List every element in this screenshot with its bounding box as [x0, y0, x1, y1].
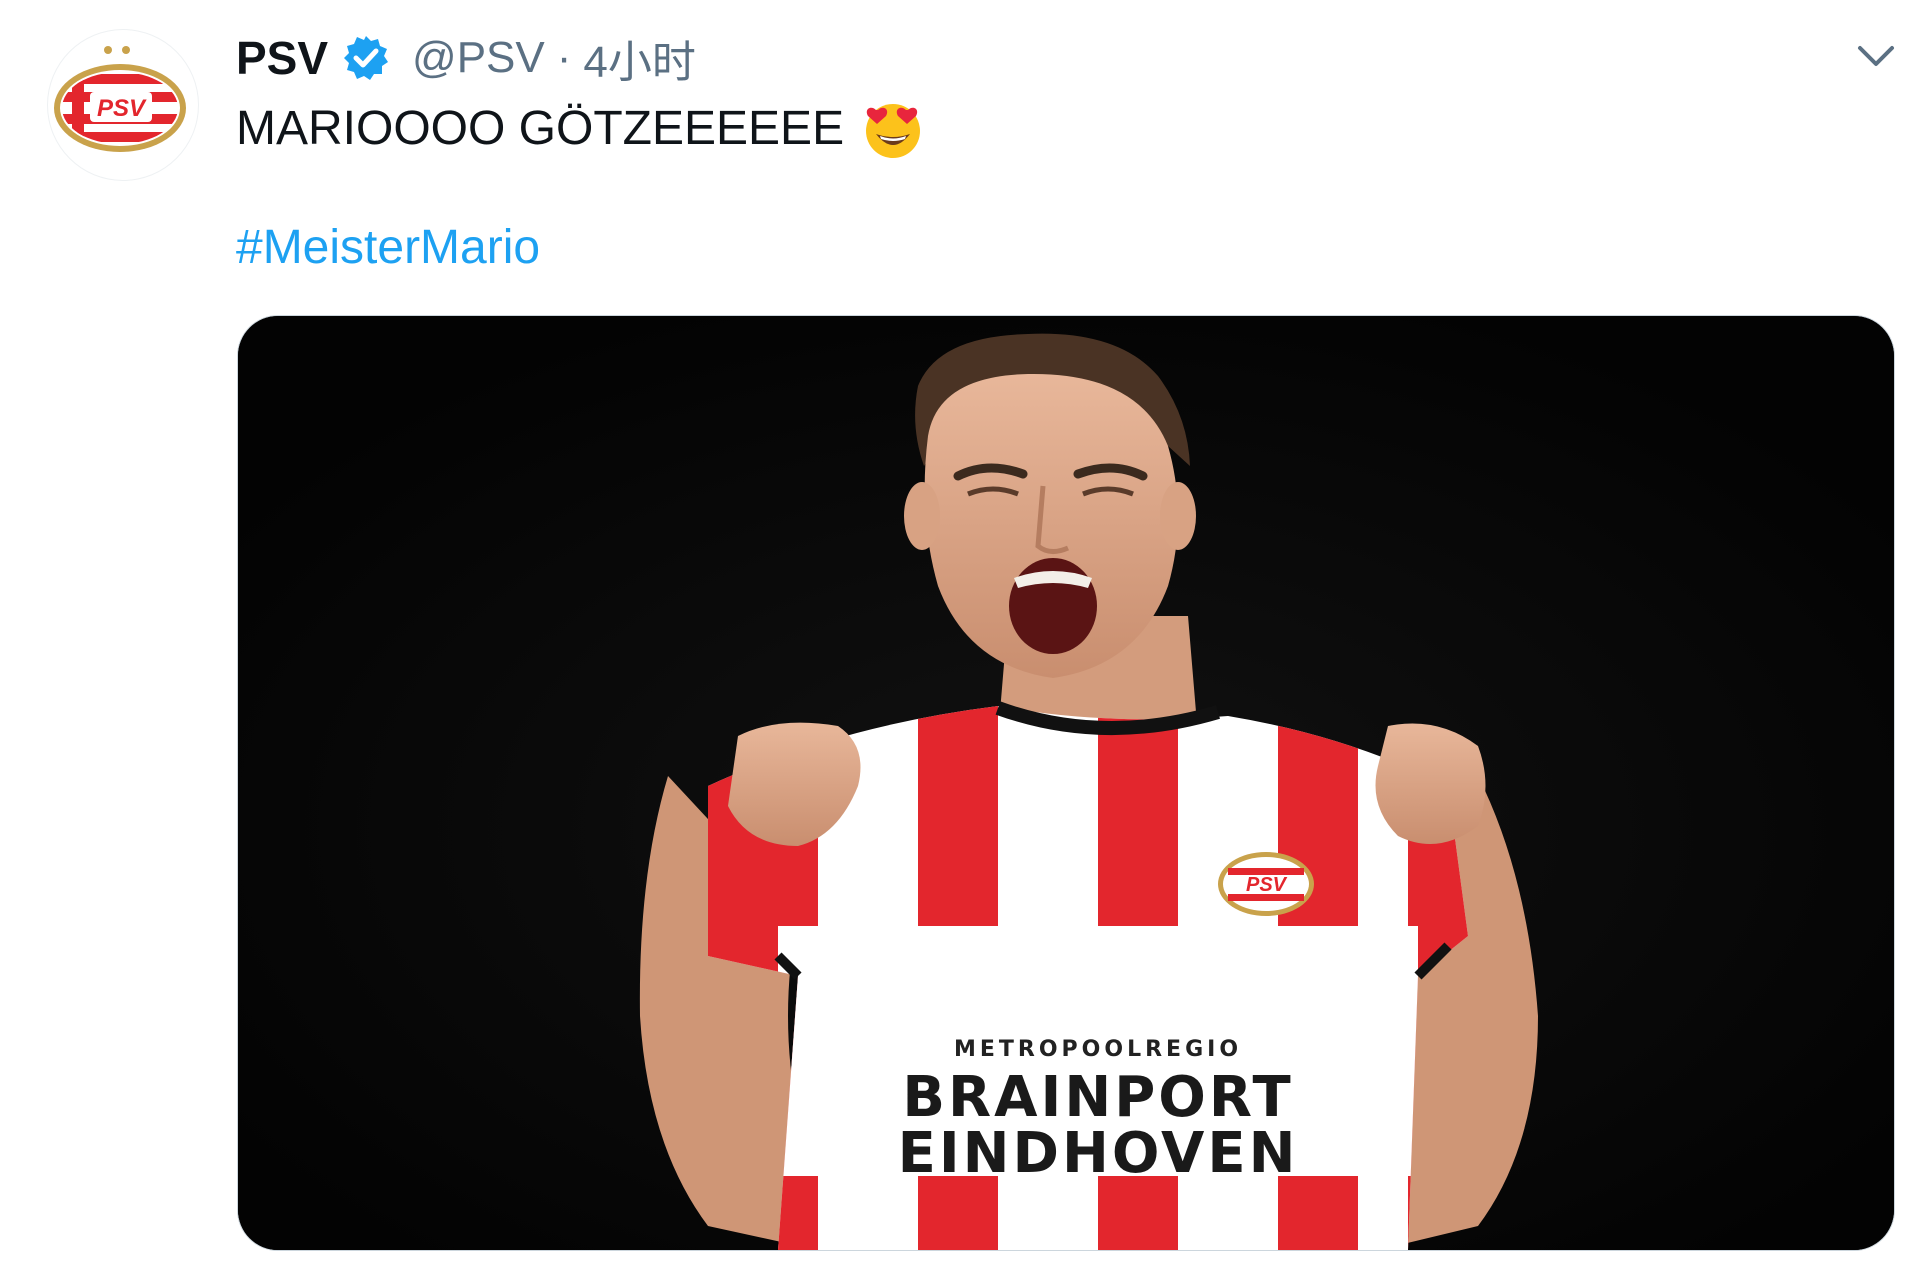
shirt-crest: PSV — [1218, 852, 1314, 916]
verified-badge-icon — [342, 34, 390, 82]
psv-logo: PSV — [54, 46, 186, 152]
avatar[interactable]: PSV — [48, 30, 198, 180]
right-fist — [1375, 723, 1486, 844]
tweet-header: PSV @PSV · 4小时 — [236, 26, 696, 90]
tweet-text-content: MARIOOOO GÖTZEEEEEE — [236, 102, 845, 155]
author-name[interactable]: PSV — [236, 31, 328, 85]
tweet-media-photo[interactable]: PSV METROPOOLREGIO BRAINPORT EINDHOVEN — [238, 316, 1894, 1250]
sponsor-line2-text: EINDHOVEN — [898, 1121, 1299, 1186]
sponsor-small-text: METROPOOLREGIO — [954, 1037, 1242, 1062]
tweet-timestamp[interactable]: 4小时 — [583, 26, 695, 90]
avatar-logo-text: PSV — [97, 95, 147, 122]
separator-dot: · — [556, 33, 572, 82]
tweet: PSV PSV @PSV · 4小时 MARIOOOO GÖTZEEEEEE #… — [0, 0, 1931, 1280]
author-handle[interactable]: @PSV — [412, 33, 545, 83]
hashtag-link[interactable]: #MeisterMario — [236, 220, 540, 275]
crest-text: PSV — [1246, 874, 1288, 896]
player-photo: PSV METROPOOLREGIO BRAINPORT EINDHOVEN — [238, 316, 1894, 1250]
heart-eyes-emoji-icon — [862, 98, 924, 160]
tweet-text: MARIOOOO GÖTZEEEEEE — [236, 98, 924, 160]
chevron-down-icon[interactable] — [1848, 28, 1904, 84]
